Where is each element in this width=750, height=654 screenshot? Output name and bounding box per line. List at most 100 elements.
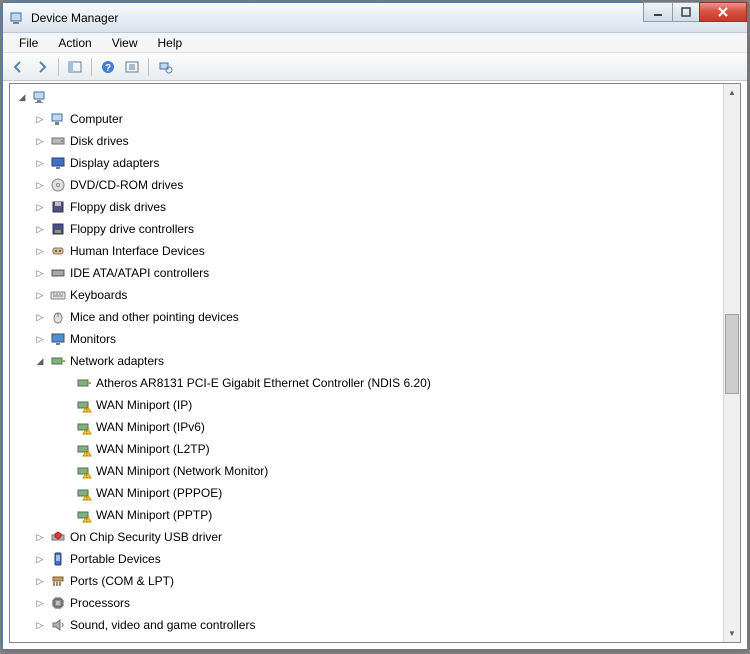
tree-category[interactable]: ▷Human Interface Devices xyxy=(10,240,723,262)
scroll-down-icon[interactable]: ▼ xyxy=(724,625,740,642)
maximize-button[interactable] xyxy=(672,2,700,22)
display-icon xyxy=(50,155,66,171)
category-label: Floppy disk drives xyxy=(70,200,166,214)
expand-icon[interactable]: ▷ xyxy=(32,199,48,215)
close-button[interactable] xyxy=(699,2,747,22)
category-label: Computer xyxy=(70,112,123,126)
expand-icon[interactable]: ▷ xyxy=(32,595,48,611)
tree-root[interactable]: ◢ xyxy=(10,86,723,108)
tree-device[interactable]: Atheros AR8131 PCI-E Gigabit Ethernet Co… xyxy=(10,372,723,394)
tree-category[interactable]: ▷ Mice and other pointing devices xyxy=(10,306,723,328)
tree-device[interactable]: !WAN Miniport (PPPOE) xyxy=(10,482,723,504)
toolbar-separator xyxy=(148,58,149,76)
category-label: IDE ATA/ATAPI controllers xyxy=(70,266,209,280)
tree-category[interactable]: ◢Network adapters xyxy=(10,350,723,372)
collapse-icon[interactable]: ◢ xyxy=(14,89,30,105)
device-label: Atheros AR8131 PCI-E Gigabit Ethernet Co… xyxy=(96,376,431,390)
ide-icon xyxy=(50,265,66,281)
menu-action[interactable]: Action xyxy=(50,34,99,52)
floppy-icon xyxy=(50,199,66,215)
device-label: WAN Miniport (L2TP) xyxy=(96,442,210,456)
expand-icon[interactable]: ▷ xyxy=(32,331,48,347)
category-label: Ports (COM & LPT) xyxy=(70,574,174,588)
vertical-scrollbar[interactable]: ▲ ▼ xyxy=(723,84,740,642)
tree-category[interactable]: ▷Monitors xyxy=(10,328,723,350)
tree-category[interactable]: ▷ Ports (COM & LPT) xyxy=(10,570,723,592)
menu-view[interactable]: View xyxy=(104,34,146,52)
tree-category[interactable]: ▷ On Chip Security USB driver xyxy=(10,526,723,548)
expand-icon[interactable]: ▷ xyxy=(32,529,48,545)
nic-warn-icon: ! xyxy=(76,419,92,435)
cpu-icon xyxy=(50,595,66,611)
category-label: On Chip Security USB driver xyxy=(70,530,222,544)
category-label: Keyboards xyxy=(70,288,127,302)
category-label: Mice and other pointing devices xyxy=(70,310,239,324)
expand-icon[interactable]: ▷ xyxy=(32,133,48,149)
floppy-ctrl-icon xyxy=(50,221,66,237)
tree-category[interactable]: ▷ Computer xyxy=(10,108,723,130)
keyboard-icon xyxy=(50,287,66,303)
device-tree[interactable]: ◢ ▷ Computer ▷Disk drives▷Display adapters… xyxy=(10,84,723,642)
menu-file[interactable]: File xyxy=(11,34,46,52)
help-button[interactable]: ? xyxy=(97,56,119,78)
tree-device[interactable]: ! WAN Miniport (IPv6) xyxy=(10,416,723,438)
nic-icon xyxy=(76,375,92,391)
scroll-up-icon[interactable]: ▲ xyxy=(724,84,740,101)
tree-category[interactable]: ▷Disk drives xyxy=(10,130,723,152)
expand-icon[interactable]: ▷ xyxy=(32,551,48,567)
computer-root-icon xyxy=(32,89,48,105)
category-label: Processors xyxy=(70,596,130,610)
expand-icon[interactable]: ▷ xyxy=(32,177,48,193)
tree-category[interactable]: ▷ Portable Devices xyxy=(10,548,723,570)
tree-category[interactable]: ▷ Floppy disk drives xyxy=(10,196,723,218)
scroll-thumb[interactable] xyxy=(725,314,739,394)
expand-icon[interactable]: ▷ xyxy=(32,309,48,325)
tree-device[interactable]: ! WAN Miniport (L2TP) xyxy=(10,438,723,460)
back-button[interactable] xyxy=(7,56,29,78)
toolbar-separator xyxy=(91,58,92,76)
tree-category[interactable]: ▷ IDE ATA/ATAPI controllers xyxy=(10,262,723,284)
computer-icon xyxy=(50,111,66,127)
tree-category[interactable]: ▷ Sound, video and game controllers xyxy=(10,614,723,636)
expand-icon[interactable]: ▷ xyxy=(32,573,48,589)
category-label: Floppy drive controllers xyxy=(70,222,194,236)
forward-button[interactable] xyxy=(31,56,53,78)
tree-device[interactable]: ! WAN Miniport (IP) xyxy=(10,394,723,416)
expand-icon[interactable]: ▷ xyxy=(32,243,48,259)
tree-category[interactable]: ▷ Keyboards xyxy=(10,284,723,306)
window-title: Device Manager xyxy=(31,11,118,25)
nic-warn-icon: ! xyxy=(76,397,92,413)
titlebar[interactable]: Device Manager xyxy=(3,3,747,33)
menu-help[interactable]: Help xyxy=(150,34,191,52)
nic-warn-icon: ! xyxy=(76,441,92,457)
expand-icon[interactable]: ▷ xyxy=(32,287,48,303)
device-label: WAN Miniport (IP) xyxy=(96,398,192,412)
category-label: Sound, video and game controllers xyxy=(70,618,255,632)
device-manager-window: Device Manager File Action View Help ? ◢ xyxy=(2,2,748,650)
tree-category[interactable]: ▷ Processors xyxy=(10,592,723,614)
device-label: WAN Miniport (PPTP) xyxy=(96,508,212,522)
scan-button[interactable] xyxy=(154,56,176,78)
tree-device[interactable]: !WAN Miniport (PPTP) xyxy=(10,504,723,526)
nic-warn-icon: ! xyxy=(76,463,92,479)
show-hide-button[interactable] xyxy=(64,56,86,78)
security-icon xyxy=(50,529,66,545)
tree-category[interactable]: ▷ DVD/CD-ROM drives xyxy=(10,174,723,196)
hid-icon xyxy=(50,243,66,259)
category-label: DVD/CD-ROM drives xyxy=(70,178,183,192)
svg-text:?: ? xyxy=(105,63,111,74)
minimize-button[interactable] xyxy=(643,2,673,22)
tree-category[interactable]: ▷ Floppy drive controllers xyxy=(10,218,723,240)
expand-icon[interactable]: ▷ xyxy=(32,265,48,281)
disk-icon xyxy=(50,133,66,149)
expand-icon[interactable]: ▷ xyxy=(32,111,48,127)
action-button[interactable] xyxy=(121,56,143,78)
expand-icon[interactable]: ▷ xyxy=(32,221,48,237)
category-label: Portable Devices xyxy=(70,552,161,566)
expand-icon[interactable]: ▷ xyxy=(32,155,48,171)
expand-icon[interactable]: ▷ xyxy=(32,617,48,633)
tree-device[interactable]: !WAN Miniport (Network Monitor) xyxy=(10,460,723,482)
tree-category[interactable]: ▷Display adapters xyxy=(10,152,723,174)
device-label: WAN Miniport (IPv6) xyxy=(96,420,205,434)
collapse-icon[interactable]: ◢ xyxy=(32,353,48,369)
